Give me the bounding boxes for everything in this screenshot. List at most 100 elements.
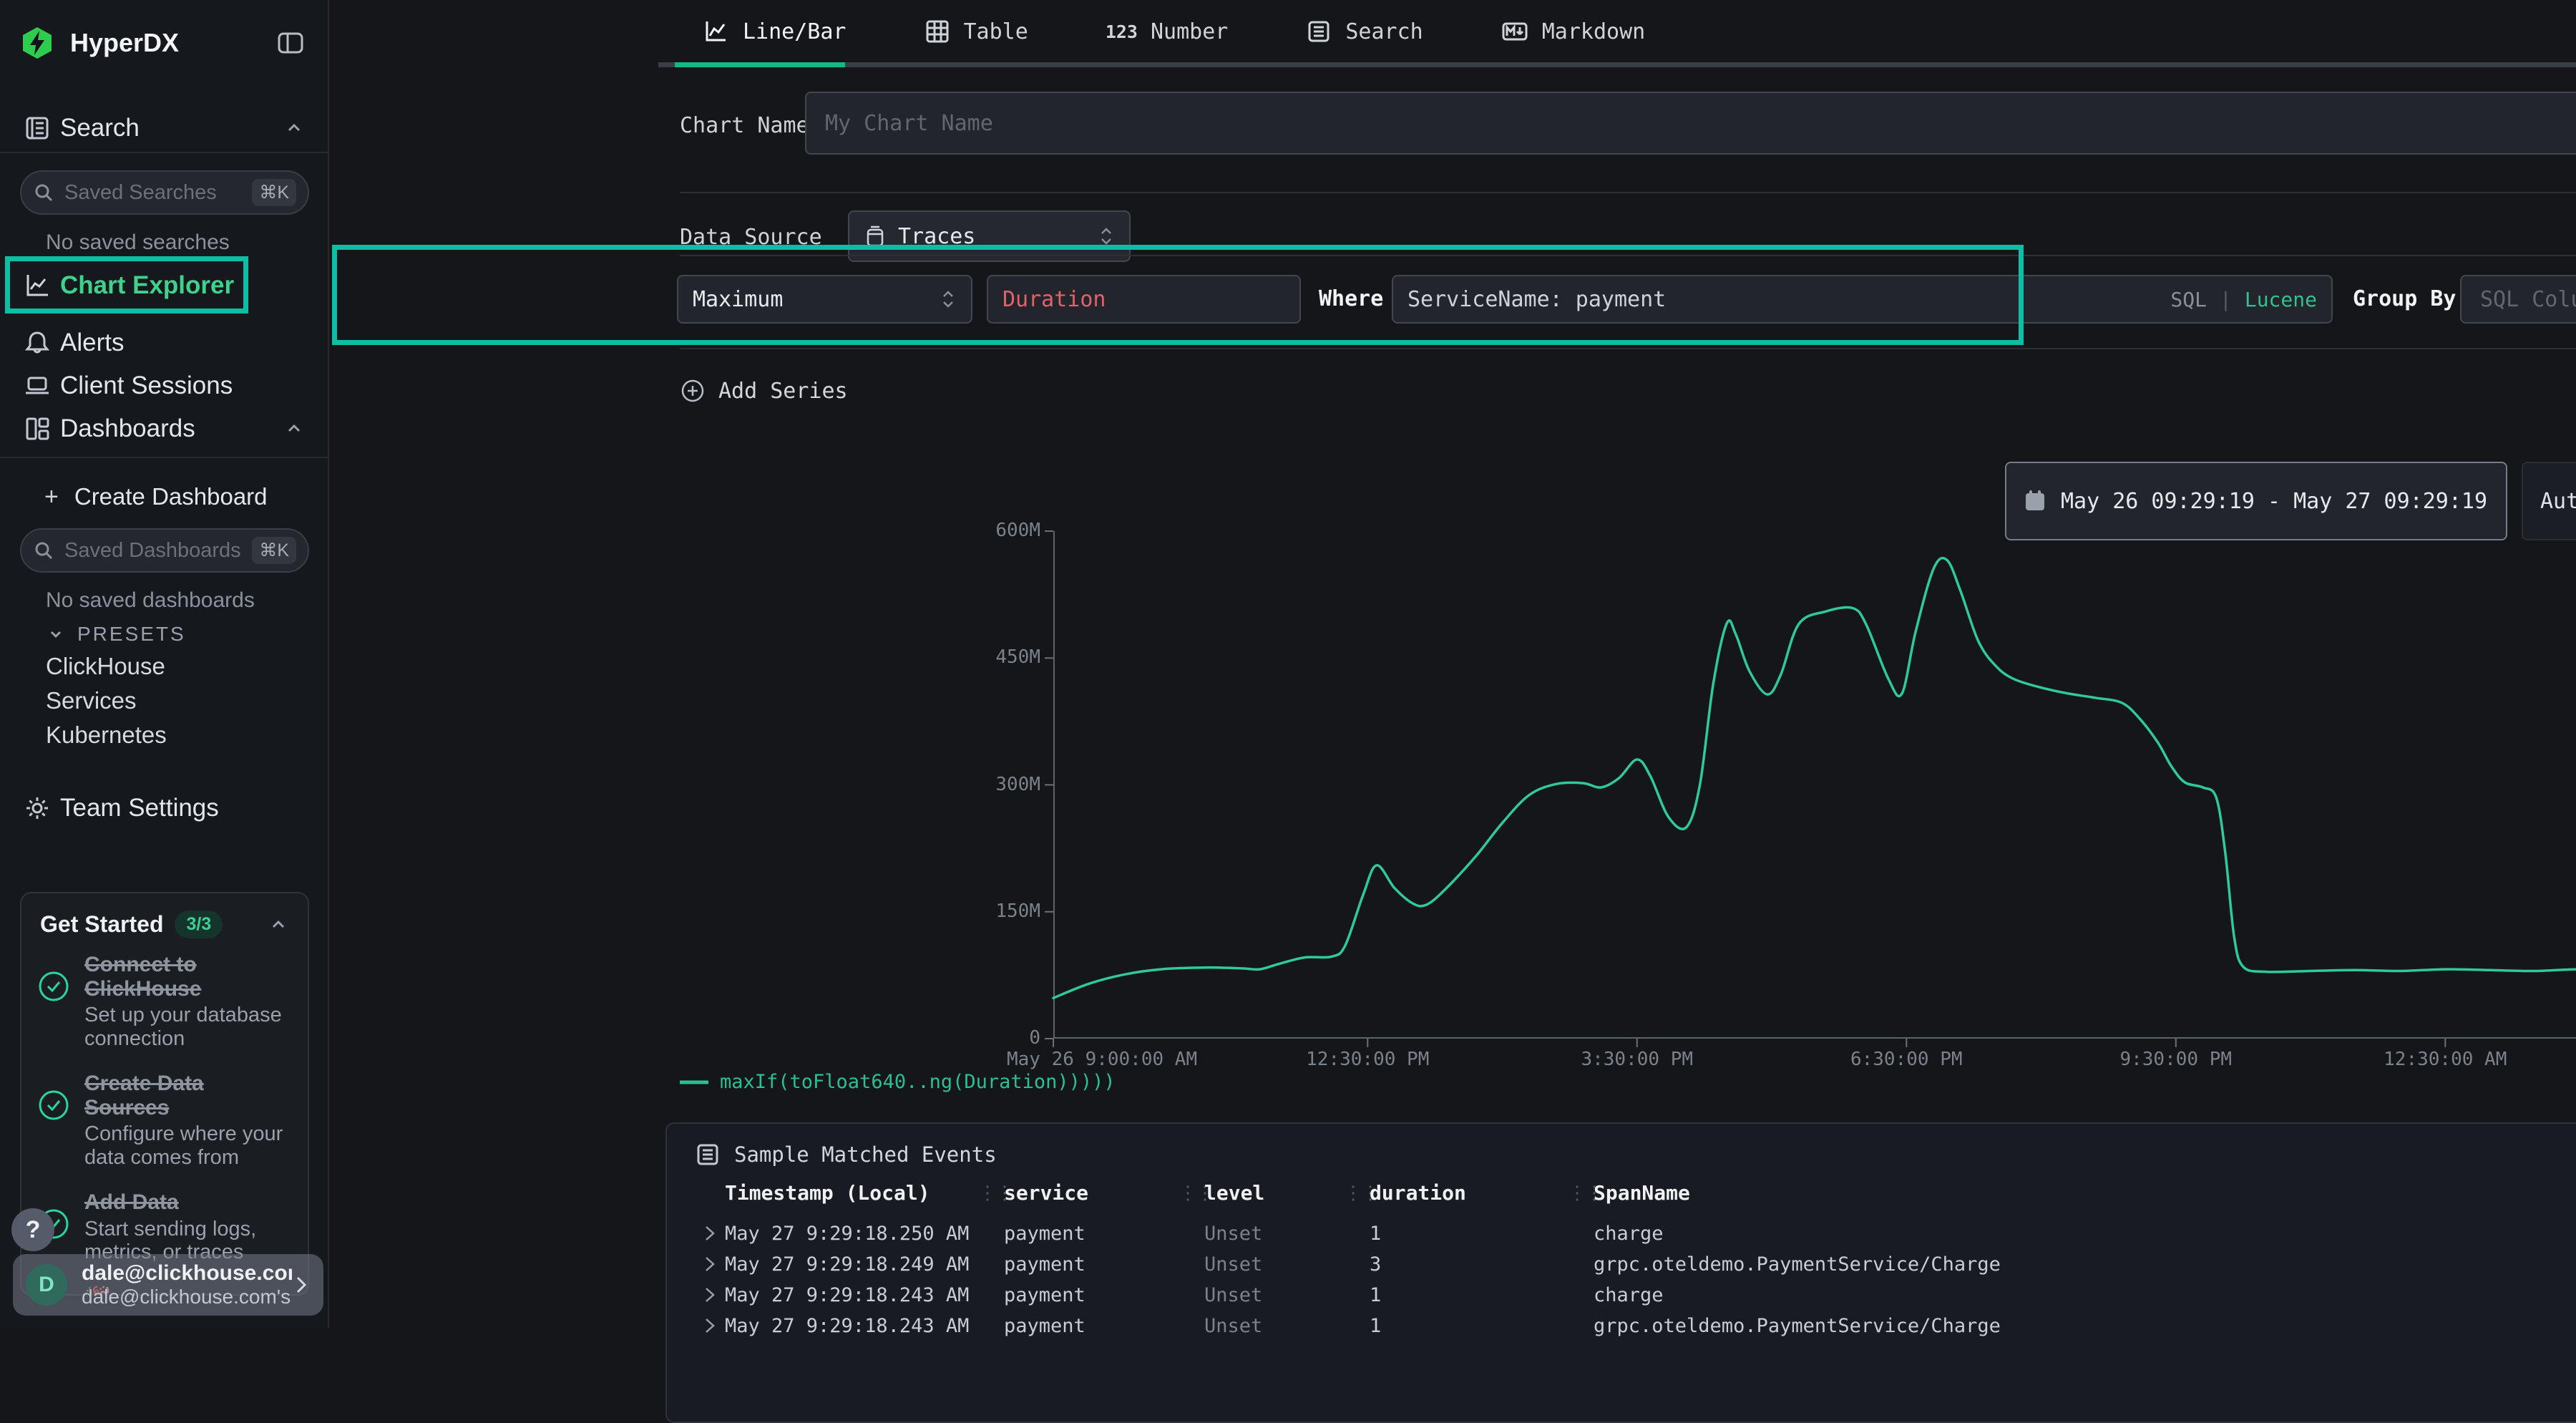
tab-table[interactable]: Table — [924, 18, 1028, 45]
saved-searches-input[interactable]: Saved Searches ⌘K — [20, 170, 309, 215]
group-by-input[interactable] — [2460, 275, 2576, 324]
tab-markdown[interactable]: Markdown — [1501, 17, 1646, 46]
get-started-item-title: Add Data — [84, 1190, 292, 1215]
presets-toggle[interactable]: PRESETS — [0, 620, 329, 649]
tab-search[interactable]: Search — [1305, 18, 1423, 45]
where-value: ServiceName: payment — [1407, 287, 1666, 312]
table-cell[interactable]: payment — [1004, 1253, 1085, 1276]
sidebar-item-chart-explorer[interactable]: Chart Explorer — [0, 263, 329, 308]
sidebar-item-team-settings[interactable]: Team Settings — [0, 786, 329, 830]
chevron-down-icon — [46, 624, 66, 644]
get-started-progress-badge: 3/3 — [175, 910, 223, 938]
database-icon — [864, 224, 887, 248]
table-cell[interactable]: Unset — [1204, 1253, 1262, 1276]
bell-icon — [14, 329, 60, 356]
gear-icon — [14, 795, 60, 822]
sql-mode-toggle[interactable]: SQL — [2170, 288, 2207, 311]
sidebar-collapse-icon[interactable] — [276, 29, 305, 57]
help-button[interactable]: ? — [11, 1208, 54, 1251]
table-cell[interactable]: Unset — [1204, 1315, 1262, 1337]
column-header[interactable]: SpanName — [1594, 1181, 1690, 1205]
tab-active-indicator — [675, 62, 845, 67]
line-chart[interactable] — [1053, 531, 2576, 1039]
row-expand-icon[interactable] — [701, 1253, 718, 1275]
column-header[interactable]: Timestamp (Local) — [725, 1181, 930, 1205]
avatar: D — [26, 1264, 67, 1306]
sidebar-item-label: Search — [60, 114, 140, 142]
view-tabs: Line/Bar Table 123 Number Search Markdow… — [701, 17, 1645, 46]
sidebar-item-search[interactable]: Search — [0, 106, 329, 150]
table-cell[interactable]: grpc.oteldemo.PaymentService/Charge — [1594, 1253, 2001, 1276]
tab-track — [658, 62, 2576, 67]
table-cell[interactable]: Unset — [1204, 1284, 1262, 1306]
get-started-panel: Get Started 3/3 Connect to ClickHouse Se… — [20, 892, 309, 1296]
get-started-item[interactable]: Add Data Start sending logs, metrics, or… — [37, 1190, 292, 1264]
table-cell[interactable]: 1 — [1370, 1223, 1381, 1245]
field-input[interactable]: Duration — [987, 275, 1301, 324]
saved-searches-placeholder: Saved Searches — [64, 181, 252, 205]
sidebar-item-dashboards[interactable]: Dashboards — [0, 407, 329, 451]
row-expand-icon[interactable] — [701, 1284, 718, 1306]
row-expand-icon[interactable] — [701, 1315, 718, 1336]
table-cell[interactable]: May 27 9:29:18.243 AM — [725, 1284, 969, 1306]
date-range-input[interactable]: May 26 09:29:19 - May 27 09:29:19 — [2005, 462, 2507, 540]
laptop-icon — [14, 372, 60, 399]
group-by-label: Group By — [2353, 286, 2457, 311]
where-input[interactable]: ServiceName: payment SQL | Lucene — [1392, 275, 2333, 324]
get-started-item[interactable]: Connect to ClickHouse Set up your databa… — [37, 953, 292, 1050]
select-chevrons-icon — [940, 286, 957, 312]
sidebar-item-label: Alerts — [60, 329, 124, 357]
divider — [0, 457, 329, 458]
table-cell[interactable]: charge — [1594, 1223, 1664, 1245]
row-expand-icon[interactable] — [701, 1223, 718, 1244]
table-cell[interactable]: payment — [1004, 1223, 1085, 1245]
user-email: dale@clickhouse.com — [82, 1261, 292, 1286]
sidebar-item-label: Dashboards — [60, 414, 195, 443]
sidebar-item-services[interactable]: Services — [46, 687, 137, 714]
table-cell[interactable]: payment — [1004, 1284, 1085, 1306]
table-cell[interactable]: May 27 9:29:18.249 AM — [725, 1253, 969, 1276]
get-started-item[interactable]: Create Data Sources Configure where your… — [37, 1072, 292, 1169]
chart-legend: maxIf(toFloat640..ng(Duration))))) — [680, 1071, 1116, 1093]
x-tick-label: 6:30:00 PM — [1850, 1049, 1963, 1070]
chart-explorer-icon — [14, 272, 60, 299]
aggregation-select[interactable]: Maximum — [677, 275, 972, 324]
table-cell[interactable]: charge — [1594, 1284, 1664, 1306]
tab-number[interactable]: 123 Number — [1106, 19, 1229, 44]
create-dashboard-button[interactable]: + Create Dashboard — [0, 481, 329, 513]
granularity-select[interactable]: Auto Granularity — [2522, 462, 2576, 540]
number-123-icon: 123 — [1106, 21, 1138, 42]
chart-name-input[interactable] — [805, 92, 2576, 155]
sidebar-item-client-sessions[interactable]: Client Sessions — [0, 364, 329, 408]
list-icon — [696, 1142, 720, 1167]
column-header[interactable]: level — [1204, 1181, 1264, 1205]
main-content: Line/Bar Table 123 Number Search Markdow… — [329, 0, 2576, 1329]
granularity-value: Auto Granularity — [2540, 489, 2576, 514]
sidebar-item-clickhouse[interactable]: ClickHouse — [46, 653, 165, 680]
table-cell[interactable]: grpc.oteldemo.PaymentService/Charge — [1594, 1315, 2001, 1337]
table-cell[interactable]: 1 — [1370, 1284, 1381, 1306]
x-tick-label: May 26 9:00:00 AM — [1007, 1049, 1197, 1070]
x-tick-label: 12:30:00 AM — [2384, 1049, 2507, 1070]
mode-separator: | — [2220, 288, 2232, 311]
user-profile-button[interactable]: D dale@clickhouse.com dale@clickhouse.co… — [13, 1254, 323, 1316]
add-series-button[interactable]: Add Series — [680, 378, 848, 404]
table-cell[interactable]: 3 — [1370, 1253, 1381, 1276]
get-started-item-subtitle: Configure where your data comes from — [84, 1122, 292, 1169]
table-cell[interactable]: May 27 9:29:18.250 AM — [725, 1223, 969, 1245]
lucene-mode-toggle[interactable]: Lucene — [2245, 288, 2317, 311]
saved-dashboards-input[interactable]: Saved Dashboards ⌘K — [20, 528, 309, 573]
sample-events-panel: Sample Matched Events Timestamp (Local)⋮… — [665, 1122, 2576, 1423]
chevron-up-icon[interactable] — [268, 914, 289, 936]
column-header[interactable]: duration — [1370, 1181, 1466, 1205]
sidebar-item-alerts[interactable]: Alerts — [0, 321, 329, 365]
table-cell[interactable]: payment — [1004, 1315, 1085, 1337]
table-cell[interactable]: Unset — [1204, 1223, 1262, 1245]
sidebar-item-label: Chart Explorer — [60, 271, 234, 300]
sidebar-item-kubernetes[interactable]: Kubernetes — [46, 722, 167, 749]
tab-line-bar[interactable]: Line/Bar — [701, 17, 847, 46]
table-cell[interactable]: May 27 9:29:18.243 AM — [725, 1315, 969, 1337]
table-cell[interactable]: 1 — [1370, 1315, 1381, 1337]
table-icon — [924, 18, 951, 45]
column-header[interactable]: service — [1004, 1181, 1088, 1205]
